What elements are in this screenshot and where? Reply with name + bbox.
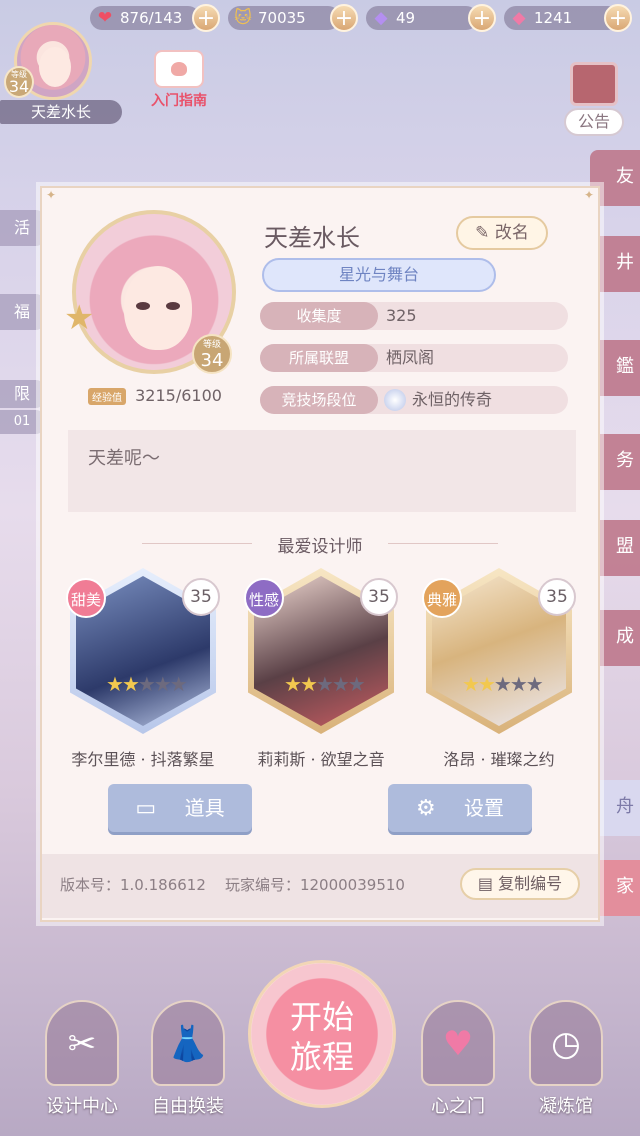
card-level: 35: [360, 578, 398, 616]
diamond-counter: ◆ 49: [366, 6, 478, 30]
experience: 经验值 3215/6100: [88, 386, 222, 405]
designer-name: 李尔里德 · 抖落繁星: [71, 750, 215, 769]
designer-card[interactable]: 甜美 35 ★★★★★ 李尔里德 · 抖落繁星: [66, 568, 220, 769]
info-value: 栖凤阁: [386, 348, 435, 367]
avatar-face: [39, 47, 71, 87]
nav-free-dress[interactable]: 👗 自由换装: [140, 1000, 236, 1118]
designer-name: 洛昂 · 璀璨之约: [443, 750, 555, 769]
left-tab-timer: 01: [0, 410, 44, 434]
settings-button[interactable]: ⚙ 设置: [388, 784, 532, 832]
avatar-face: [124, 266, 192, 350]
exp-value: 3215/6100: [135, 386, 222, 405]
info-value: 325: [386, 306, 417, 325]
gold-counter: 🐱 70035: [228, 6, 340, 30]
star-empty-icon: ★: [509, 672, 528, 696]
sewing-machine-icon: ✂: [45, 1000, 119, 1086]
add-stamina-button[interactable]: +: [192, 4, 220, 32]
items-icon: ▭: [135, 796, 157, 821]
add-pink-diamond-button[interactable]: +: [604, 4, 632, 32]
heart-crystal-icon: ♥: [421, 1000, 495, 1086]
info-label: 所属联盟: [260, 344, 378, 372]
favorite-designers-title: 最爱设计师: [42, 532, 598, 557]
info-row-collection: 收集度 325: [260, 302, 568, 330]
left-tab-welfare[interactable]: 福: [0, 294, 44, 330]
cat-coin-icon: 🐱: [234, 8, 252, 28]
add-gold-button[interactable]: +: [330, 4, 358, 32]
nav-refine-hall[interactable]: ◷ 凝炼馆: [518, 1000, 614, 1118]
nav-heart-gate[interactable]: ♥ 心之门: [410, 1000, 506, 1118]
pink-diamond-icon: ◆: [512, 8, 526, 28]
guide-box-icon: [154, 50, 204, 88]
profile-panel: ✦ ✦ ★ 等级 34 经验值 3215/6100 天差水长 ✎ 改名 星光与舞…: [40, 186, 600, 922]
copy-icon: ▤: [477, 874, 493, 893]
star-empty-icon: ★: [315, 672, 334, 696]
nav-design-center[interactable]: ✂ 设计中心: [34, 1000, 130, 1118]
clock-icon: ◷: [529, 1000, 603, 1086]
star-filled-icon: ★: [284, 672, 302, 696]
add-diamond-button[interactable]: +: [468, 4, 496, 32]
player-level-badge: 等级 34: [4, 66, 34, 98]
avatar-eye: [166, 302, 180, 310]
stamina-counter: ❤ 876/143: [90, 6, 200, 30]
dress-icon: 👗: [151, 1000, 225, 1086]
gear-icon: ⚙: [415, 796, 436, 821]
star-rating: ★★★★★: [284, 672, 366, 696]
star-empty-icon: ★: [153, 672, 172, 696]
info-row-alliance: 所属联盟 栖凤阁: [260, 344, 568, 372]
style-tag: 性感: [244, 578, 284, 618]
star-empty-icon: ★: [331, 672, 350, 696]
signature-box[interactable]: 天差呢～: [68, 430, 576, 512]
star-empty-icon: ★: [347, 672, 366, 696]
style-tag: 甜美: [66, 578, 106, 618]
edit-icon: ✎: [475, 223, 490, 243]
star-empty-icon: ★: [525, 672, 544, 696]
designer-name: 莉莉斯 · 欲望之音: [257, 750, 385, 769]
left-tab-activity[interactable]: 活: [0, 210, 44, 246]
items-button[interactable]: ▭ 道具: [108, 784, 252, 832]
star-empty-icon: ★: [169, 672, 188, 696]
info-label: 竞技场段位: [260, 386, 378, 414]
copy-id-button[interactable]: ▤ 复制编号: [460, 868, 580, 900]
star-filled-icon: ★: [477, 672, 496, 696]
version-info: 版本号：1.0.186612 玩家编号：12000039510: [60, 876, 405, 894]
player-name[interactable]: 天差水长: [0, 100, 122, 124]
currency-bar: ❤ 876/143 + 🐱 70035 + ◆ 49 + ◆ 1241 +: [0, 0, 640, 36]
designer-card[interactable]: 性感 35 ★★★★★ 莉莉斯 · 欲望之音: [244, 568, 398, 769]
pink-diamond-counter: ◆ 1241: [504, 6, 620, 30]
card-level: 35: [182, 578, 220, 616]
arena-rank-icon: [384, 389, 406, 411]
diamond-icon: ◆: [374, 8, 388, 28]
star-filled-icon: ★: [106, 672, 124, 696]
title-badge[interactable]: 星光与舞台: [262, 258, 496, 292]
star-filled-icon: ★: [121, 672, 140, 696]
info-label: 收集度: [260, 302, 378, 330]
star-filled-icon: ★: [462, 672, 480, 696]
player-id: 玩家编号：12000039510: [224, 876, 405, 894]
notice-label: 公告: [564, 108, 624, 136]
start-journey-button[interactable]: 开始 旅程: [248, 960, 396, 1108]
star-rating: ★★★★★: [462, 672, 544, 696]
star-rating: ★★★★★: [106, 672, 188, 696]
card-level: 35: [538, 578, 576, 616]
avatar-eye: [136, 302, 150, 310]
panel-footer: 版本号：1.0.186612 玩家编号：12000039510 ▤ 复制编号: [42, 854, 598, 918]
style-tag: 典雅: [422, 578, 462, 618]
guide-label: 入门指南: [151, 93, 207, 109]
heart-icon: ❤: [97, 8, 113, 28]
profile-name: 天差水长: [264, 224, 360, 252]
star-empty-icon: ★: [137, 672, 156, 696]
star-ornament-icon: ★: [64, 298, 95, 338]
notice-board-icon: [570, 62, 618, 106]
star-empty-icon: ★: [493, 672, 512, 696]
notice-button[interactable]: 公告: [558, 62, 630, 136]
exp-tag: 经验值: [88, 388, 126, 405]
rename-button[interactable]: ✎ 改名: [456, 216, 548, 250]
info-row-arena: 竞技场段位 永恒的传奇: [260, 386, 568, 414]
info-value: 永恒的传奇: [412, 390, 493, 409]
beginner-guide-button[interactable]: 入门指南: [142, 50, 216, 110]
profile-level-badge: 等级 34: [192, 334, 232, 374]
left-tab-limited[interactable]: 限: [0, 380, 44, 408]
star-filled-icon: ★: [299, 672, 318, 696]
designer-card[interactable]: 典雅 35 ★★★★★ 洛昂 · 璀璨之约: [422, 568, 576, 769]
